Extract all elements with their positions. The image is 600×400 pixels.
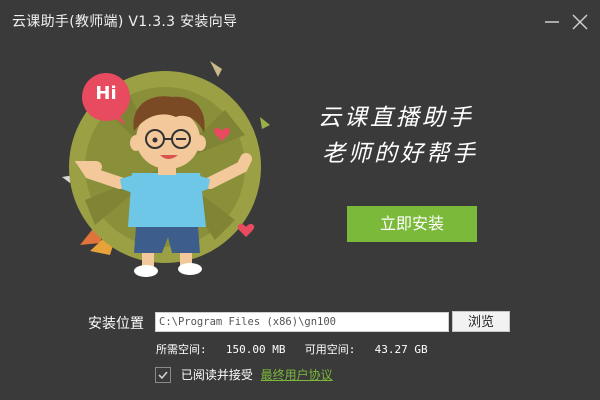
window-title: 云课助手(教师端) V1.3.3 安装向导 bbox=[12, 14, 238, 30]
install-now-button[interactable]: 立即安装 bbox=[347, 206, 477, 242]
slogan: 云课直播助手 老师的好帮手 bbox=[318, 100, 518, 172]
browse-button[interactable]: 浏览 bbox=[452, 311, 510, 332]
install-location-label: 安装位置 bbox=[88, 316, 144, 332]
teacher-illustration: Hi bbox=[50, 55, 280, 285]
checkmark-icon bbox=[158, 370, 168, 379]
minimize-button[interactable] bbox=[540, 10, 564, 34]
agreement-text: 已阅读并接受 bbox=[180, 368, 253, 382]
disk-space-info: 所需空间: 150.00 MB 可用空间: 43.27 GB bbox=[156, 341, 428, 357]
available-space-label: 可用空间: bbox=[304, 343, 356, 356]
agreement-row: 已阅读并接受 最终用户协议 bbox=[155, 366, 333, 384]
slogan-line-2: 老师的好帮手 bbox=[322, 141, 478, 167]
teacher-cartoon-image bbox=[62, 61, 270, 277]
hi-bubble-text: Hi bbox=[95, 83, 117, 104]
close-button[interactable] bbox=[568, 10, 592, 34]
installer-window: 云课助手(教师端) V1.3.3 安装向导 Hi 云课直播助手 老师的好帮手 立… bbox=[0, 0, 600, 400]
title-bar: 云课助手(教师端) V1.3.3 安装向导 bbox=[0, 0, 600, 44]
available-space-value: 43.27 GB bbox=[374, 343, 428, 356]
eula-link[interactable]: 最终用户协议 bbox=[261, 368, 333, 382]
minimize-icon bbox=[545, 21, 559, 23]
slogan-line-1: 云课直播助手 bbox=[318, 105, 474, 131]
required-space-value: 150.00 MB bbox=[225, 343, 286, 356]
close-icon bbox=[572, 14, 588, 30]
agreement-checkbox[interactable] bbox=[155, 366, 171, 383]
install-path-input[interactable] bbox=[155, 312, 449, 332]
required-space-label: 所需空间: bbox=[156, 343, 207, 356]
